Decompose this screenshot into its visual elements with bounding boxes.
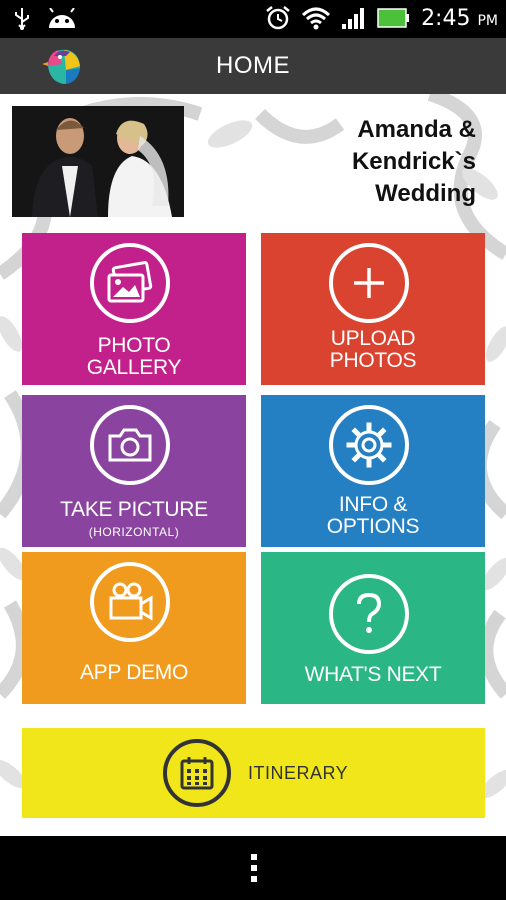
wedding-title-line: Wedding	[375, 180, 476, 207]
app-demo-icon-circle	[90, 562, 170, 642]
photos-icon	[107, 261, 153, 303]
itinerary-button[interactable]: ITINERARY	[22, 728, 485, 818]
signal-icon	[342, 8, 365, 29]
itinerary-label: ITINERARY	[248, 763, 349, 783]
wifi-icon	[302, 7, 331, 30]
take-picture-icon-circle	[90, 405, 170, 485]
whats-next-label: WHAT'S NEXT	[261, 664, 485, 686]
tile-label-line: INFO &	[338, 493, 408, 516]
home-content: Amanda & Kendrick`s Wedding PHOTO GALLER…	[0, 94, 506, 836]
clock-time: 2:45	[421, 5, 471, 31]
navigation-bar	[0, 836, 506, 900]
usb-icon	[15, 8, 29, 30]
plus-icon	[354, 268, 384, 298]
tile-label-line: PHOTOS	[329, 349, 417, 372]
calendar-icon	[180, 757, 214, 790]
gear-icon	[346, 422, 392, 468]
page-title: HOME	[216, 52, 290, 79]
android-icon	[49, 8, 75, 28]
whats-next-tile[interactable]: WHAT'S NEXT	[261, 552, 485, 704]
tile-label-line: APP DEMO	[79, 661, 189, 684]
battery-icon	[377, 8, 410, 28]
app-demo-tile[interactable]: APP DEMO	[22, 552, 246, 704]
take-picture-label: TAKE PICTURE (HORIZONTAL)	[22, 499, 246, 543]
wedding-title-line: Amanda &	[357, 116, 476, 143]
whats-next-icon-circle	[329, 574, 409, 654]
upload-photos-label: UPLOAD PHOTOS	[261, 328, 485, 372]
photo-gallery-tile[interactable]: PHOTO GALLERY	[22, 233, 246, 385]
camera-icon	[108, 428, 152, 462]
tile-label-line: OPTIONS	[326, 515, 420, 538]
itinerary-icon-circle	[163, 739, 231, 807]
tile-sublabel: (HORIZONTAL)	[88, 525, 180, 539]
photo-gallery-label: PHOTO GALLERY	[22, 335, 246, 379]
question-icon	[357, 592, 382, 633]
upload-photos-tile[interactable]: UPLOAD PHOTOS	[261, 233, 485, 385]
tile-label-line: TAKE PICTURE	[60, 498, 208, 521]
app-bar: HOME	[0, 38, 506, 94]
tile-label-line: PHOTO	[97, 334, 171, 357]
take-picture-tile[interactable]: TAKE PICTURE (HORIZONTAL)	[22, 395, 246, 547]
alarm-icon	[266, 6, 290, 30]
menu-dots-icon[interactable]	[249, 853, 259, 883]
photo-gallery-icon-circle	[90, 243, 170, 323]
upload-photos-icon-circle	[329, 243, 409, 323]
wedding-title: Amanda & Kendrick`s Wedding	[276, 114, 476, 210]
status-bar: 2:45 PM	[0, 0, 506, 38]
clock-ampm: PM	[477, 12, 498, 29]
app-demo-label: APP DEMO	[22, 662, 246, 684]
info-options-icon-circle	[329, 405, 409, 485]
couple-photo	[12, 106, 184, 217]
tile-label-line: GALLERY	[86, 356, 182, 379]
tile-label-line: WHAT'S NEXT	[304, 663, 442, 686]
video-camera-icon	[109, 582, 153, 621]
info-options-label: INFO & OPTIONS	[261, 494, 485, 538]
clock: 2:45 PM	[421, 6, 498, 31]
tile-label-line: UPLOAD	[330, 327, 416, 350]
info-options-tile[interactable]: INFO & OPTIONS	[261, 395, 485, 547]
wedding-title-line: Kendrick`s	[351, 148, 476, 175]
